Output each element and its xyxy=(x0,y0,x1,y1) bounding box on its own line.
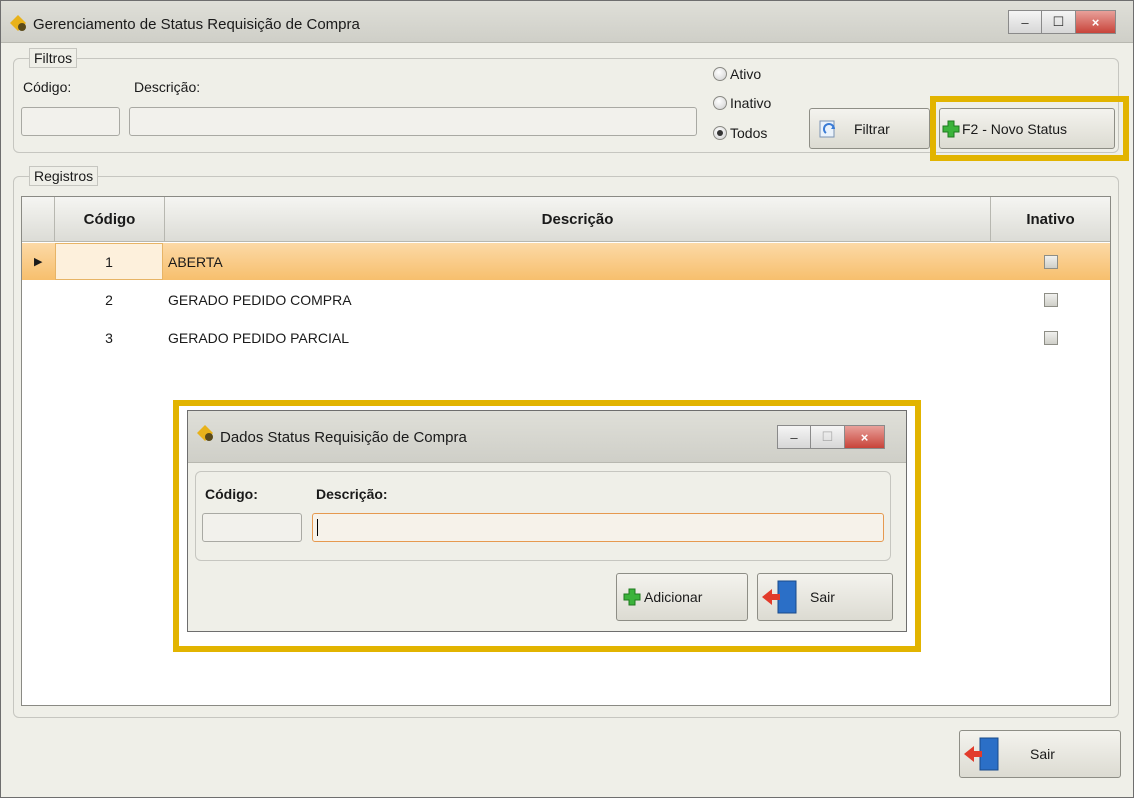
window-title: Gerenciamento de Status Requisição de Co… xyxy=(33,16,360,33)
header-row-indicator xyxy=(22,197,55,242)
table-row[interactable]: 3 GERADO PEDIDO PARCIAL xyxy=(22,319,1110,356)
filter-codigo-input[interactable] xyxy=(21,107,120,136)
radio-todos-label: Todos xyxy=(730,125,768,141)
filter-codigo-label: Código: xyxy=(23,79,72,95)
cell-descricao[interactable]: GERADO PEDIDO PARCIAL xyxy=(168,319,988,356)
filter-button-label: Filtrar xyxy=(854,120,890,137)
radio-todos[interactable]: Todos xyxy=(713,125,767,141)
title-bar[interactable]: Gerenciamento de Status Requisição de Co… xyxy=(1,1,1133,43)
table-row[interactable]: ▶ 1 ABERTA xyxy=(22,243,1110,280)
table-header: Código Descrição Inativo xyxy=(22,197,1110,242)
cell-inativo[interactable] xyxy=(991,243,1110,280)
header-codigo[interactable]: Código xyxy=(55,197,165,242)
filters-legend: Filtros xyxy=(29,48,78,68)
cell-inativo[interactable] xyxy=(991,281,1110,318)
header-descricao[interactable]: Descrição xyxy=(165,197,991,242)
exit-button[interactable]: Sair xyxy=(959,730,1121,778)
inativo-checkbox[interactable] xyxy=(1043,330,1058,345)
close-button[interactable]: × xyxy=(1076,10,1116,34)
row-pointer-icon: ▶ xyxy=(34,256,43,268)
radio-ativo-label: Ativo xyxy=(730,66,762,82)
exit-door-icon xyxy=(964,737,999,771)
radio-todos-dot xyxy=(713,126,727,140)
cell-codigo[interactable]: 1 xyxy=(55,243,163,280)
app-logo-icon xyxy=(10,15,26,31)
radio-ativo-dot xyxy=(713,67,727,81)
radio-inativo-label: Inativo xyxy=(730,95,772,111)
header-inativo[interactable]: Inativo xyxy=(991,197,1110,242)
cell-descricao[interactable]: GERADO PEDIDO COMPRA xyxy=(168,281,988,318)
radio-inativo[interactable]: Inativo xyxy=(713,95,771,111)
cell-codigo[interactable]: 2 xyxy=(55,281,163,318)
minimize-button[interactable]: – xyxy=(1008,10,1042,34)
inativo-checkbox[interactable] xyxy=(1043,292,1058,307)
new-status-highlight xyxy=(930,96,1129,161)
dialog-highlight xyxy=(173,400,921,652)
maximize-button[interactable]: ☐ xyxy=(1042,10,1076,34)
inativo-checkbox[interactable] xyxy=(1043,254,1058,269)
filter-refresh-icon xyxy=(819,120,835,137)
main-window: Gerenciamento de Status Requisição de Co… xyxy=(0,0,1134,798)
records-legend: Registros xyxy=(29,166,99,186)
filter-descricao-label: Descrição: xyxy=(134,79,201,95)
exit-button-label: Sair xyxy=(1030,746,1055,762)
cell-inativo[interactable] xyxy=(991,319,1110,356)
filter-button[interactable]: Filtrar xyxy=(809,108,930,149)
table-row[interactable]: 2 GERADO PEDIDO COMPRA xyxy=(22,281,1110,318)
radio-ativo[interactable]: Ativo xyxy=(713,66,761,82)
filter-descricao-input[interactable] xyxy=(129,107,697,136)
cell-descricao[interactable]: ABERTA xyxy=(168,243,988,280)
radio-inativo-dot xyxy=(713,96,727,110)
cell-codigo[interactable]: 3 xyxy=(55,319,163,356)
